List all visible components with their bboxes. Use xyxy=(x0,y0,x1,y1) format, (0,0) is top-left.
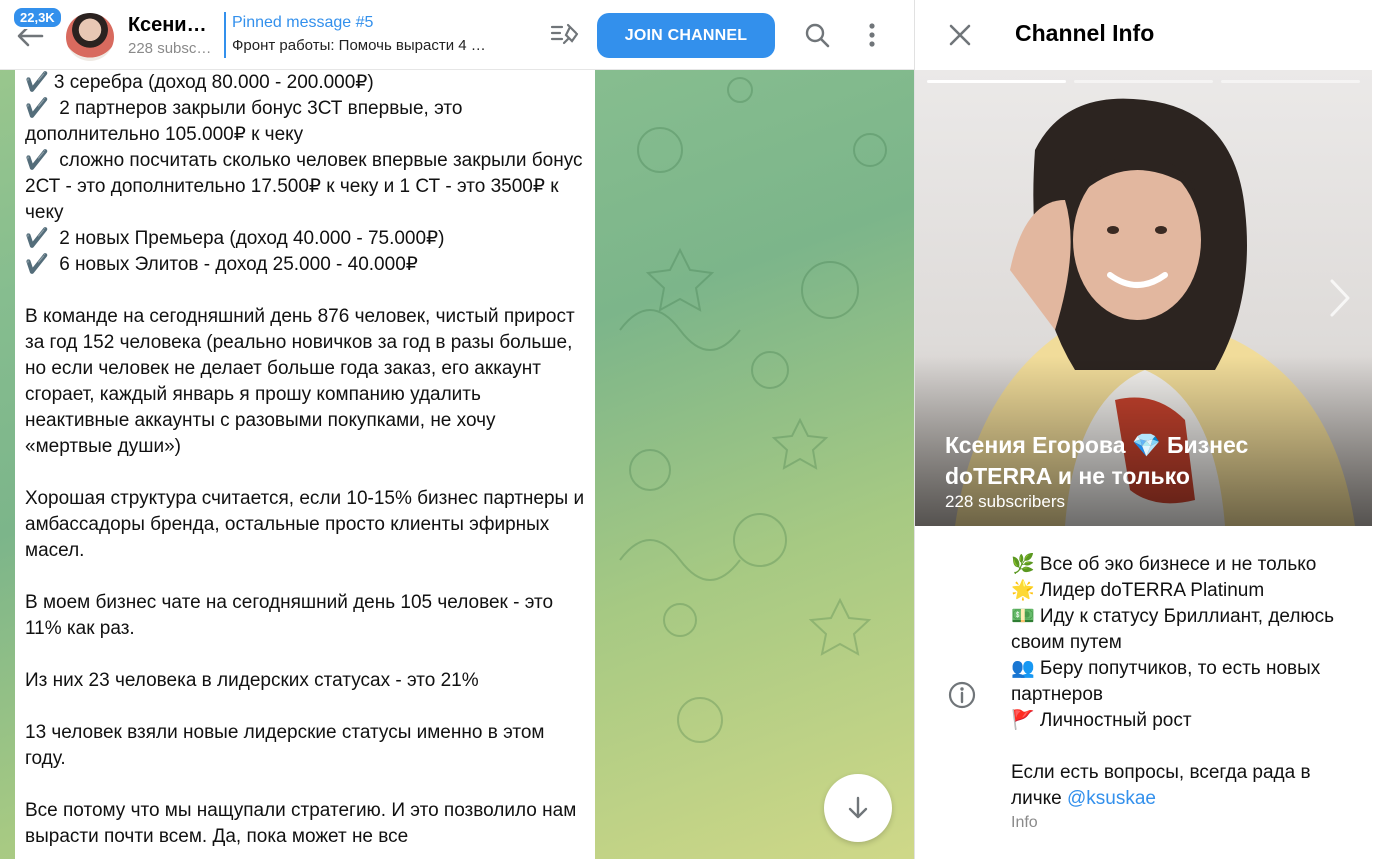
message-bubble: ✔️ 3 серебра (доход 80.000 - 200.000₽) ✔️… xyxy=(15,70,595,859)
channel-avatar[interactable] xyxy=(66,13,114,61)
join-channel-button[interactable]: JOIN CHANNEL xyxy=(597,13,775,58)
message-line: 13 человек взяли новые лидерские статусы… xyxy=(25,722,550,769)
chat-area: 22,3K Ксения Егорова 💎 Бизнес doTERRA и … xyxy=(0,0,914,859)
channel-title[interactable]: Ксения Егорова 💎 Бизнес doTERRA и не тол… xyxy=(128,12,214,37)
message-paragraph-gap xyxy=(25,460,585,486)
message-line: ✔️ 3 серебра (доход 80.000 - 200.000₽) xyxy=(25,72,374,93)
pinned-message-title[interactable]: Pinned message #5 xyxy=(232,14,373,32)
description-line: 🚩 Личностный рост xyxy=(1011,710,1192,731)
arrow-down-icon xyxy=(848,796,868,819)
channel-description: 🌿 Все об эко бизнесе и не только 🌟 Лидер… xyxy=(1011,552,1351,812)
message-line: ✔️ сложно посчитать сколько человек впер… xyxy=(25,150,588,223)
pinned-message-text[interactable]: Фронт работы: Помочь вырасти 4 … xyxy=(232,37,532,54)
description-line: 💵 Иду к статусу Бриллиант, делюсь своим … xyxy=(1011,606,1335,653)
chat-header: 22,3K Ксения Егорова 💎 Бизнес doTERRA и … xyxy=(0,0,914,70)
search-icon[interactable] xyxy=(804,22,830,48)
close-icon[interactable] xyxy=(947,22,973,48)
message-paragraph-gap xyxy=(25,642,585,668)
pinned-indicator xyxy=(224,12,226,58)
message-line: В моем бизнес чате на сегодняшний день 1… xyxy=(25,592,559,639)
photo-channel-name: Ксения Егорова 💎 Бизнес doTERRA и не тол… xyxy=(945,432,1249,489)
message-line: ✔️ 6 новых Элитов - доход 25.000 - 40.00… xyxy=(25,254,418,275)
message-line: В команде на сегодняшний день 876 челове… xyxy=(25,306,580,457)
photo-progress-bars xyxy=(927,80,1360,83)
message-paragraph-gap xyxy=(25,564,585,590)
message-paragraph-gap xyxy=(25,278,585,304)
message-line: ✔️ 2 новых Премьера (доход 40.000 - 75.0… xyxy=(25,228,445,249)
message-text: ✔️ 3 серебра (доход 80.000 - 200.000₽) ✔️… xyxy=(25,70,585,850)
photo-subscriber-count: 228 subscribers xyxy=(945,492,1066,511)
description-question: Если есть вопросы, всегда рада в личке @… xyxy=(1011,760,1351,812)
scroll-down-button[interactable] xyxy=(824,774,892,842)
message-paragraph-gap xyxy=(25,694,585,720)
chevron-right-icon[interactable] xyxy=(1324,275,1354,321)
channel-photo[interactable]: Ксения Егорова 💎 Бизнес doTERRA и не тол… xyxy=(915,70,1372,526)
description-question-text: Если есть вопросы, всегда рада в личке xyxy=(1011,762,1311,809)
unread-badge: 22,3K xyxy=(12,6,63,29)
description-spacer xyxy=(1011,734,1351,760)
description-line: 🌟 Лидер doTERRA Platinum xyxy=(1011,580,1265,601)
message-line: ✔️ 2 партнеров закрыли бонус 3СТ впервые… xyxy=(25,98,468,145)
more-vertical-icon[interactable] xyxy=(860,22,884,48)
description-line: 🌿 Все об эко бизнесе и не только xyxy=(1011,554,1317,575)
description-line: 👥 Беру попутчиков, то есть новых партнер… xyxy=(1011,658,1321,705)
message-line: Из них 23 человека в лидерских статусах … xyxy=(25,670,479,691)
message-line: Все потому что мы нащупали стратегию. И … xyxy=(25,800,582,847)
description-label: Info xyxy=(1011,814,1038,831)
channel-info-panel: Channel Info Ксения Егорова 💎 Бизнес doT… xyxy=(914,0,1379,859)
pinned-list-icon[interactable] xyxy=(550,22,580,48)
message-paragraph-gap xyxy=(25,772,585,798)
panel-title: Channel Info xyxy=(1015,20,1155,46)
username-link[interactable]: @ksuskae xyxy=(1067,788,1156,809)
message-line: Хорошая структура считается, если 10-15%… xyxy=(25,488,590,561)
info-circle-icon xyxy=(948,681,976,709)
channel-subtitle: 228 subscribers xyxy=(128,40,214,57)
